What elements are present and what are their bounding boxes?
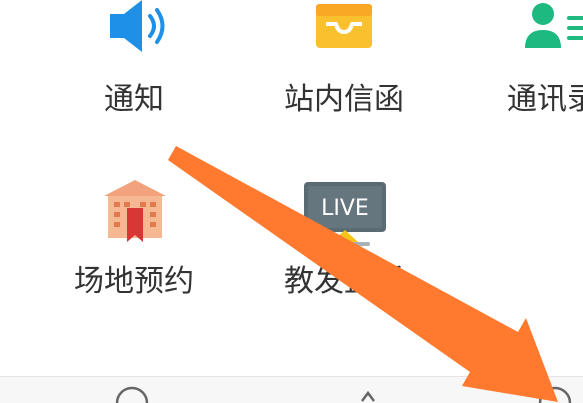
tile-notice[interactable]: 通知 <box>96 0 186 120</box>
tile-label: 站内信函 <box>284 82 404 117</box>
live-badge-text: LIVE <box>321 196 369 221</box>
tile-label: 场地预约 <box>74 264 194 299</box>
bottom-tab-bar <box>0 376 583 403</box>
tab-icon-profile[interactable] <box>535 377 575 403</box>
tile-label: 教发直播 <box>284 264 404 299</box>
tab-icon-center[interactable] <box>348 377 388 403</box>
tile-contacts[interactable]: 通讯录 <box>505 0 583 120</box>
speaker-icon <box>110 0 165 52</box>
contact-card-icon <box>525 3 583 48</box>
tile-venue[interactable]: 场地预约 <box>72 176 202 306</box>
tile-label: 通讯录 <box>507 82 583 117</box>
building-bookmark-icon <box>104 180 166 242</box>
tile-label: 通知 <box>104 82 164 117</box>
tile-inbox[interactable]: 站内信函 <box>282 0 412 120</box>
live-screen-icon: LIVE <box>304 182 386 246</box>
tab-icon-home[interactable] <box>112 377 152 403</box>
tile-live[interactable]: LIVE 教发直播 <box>282 176 412 306</box>
inbox-tray-icon <box>316 4 372 48</box>
